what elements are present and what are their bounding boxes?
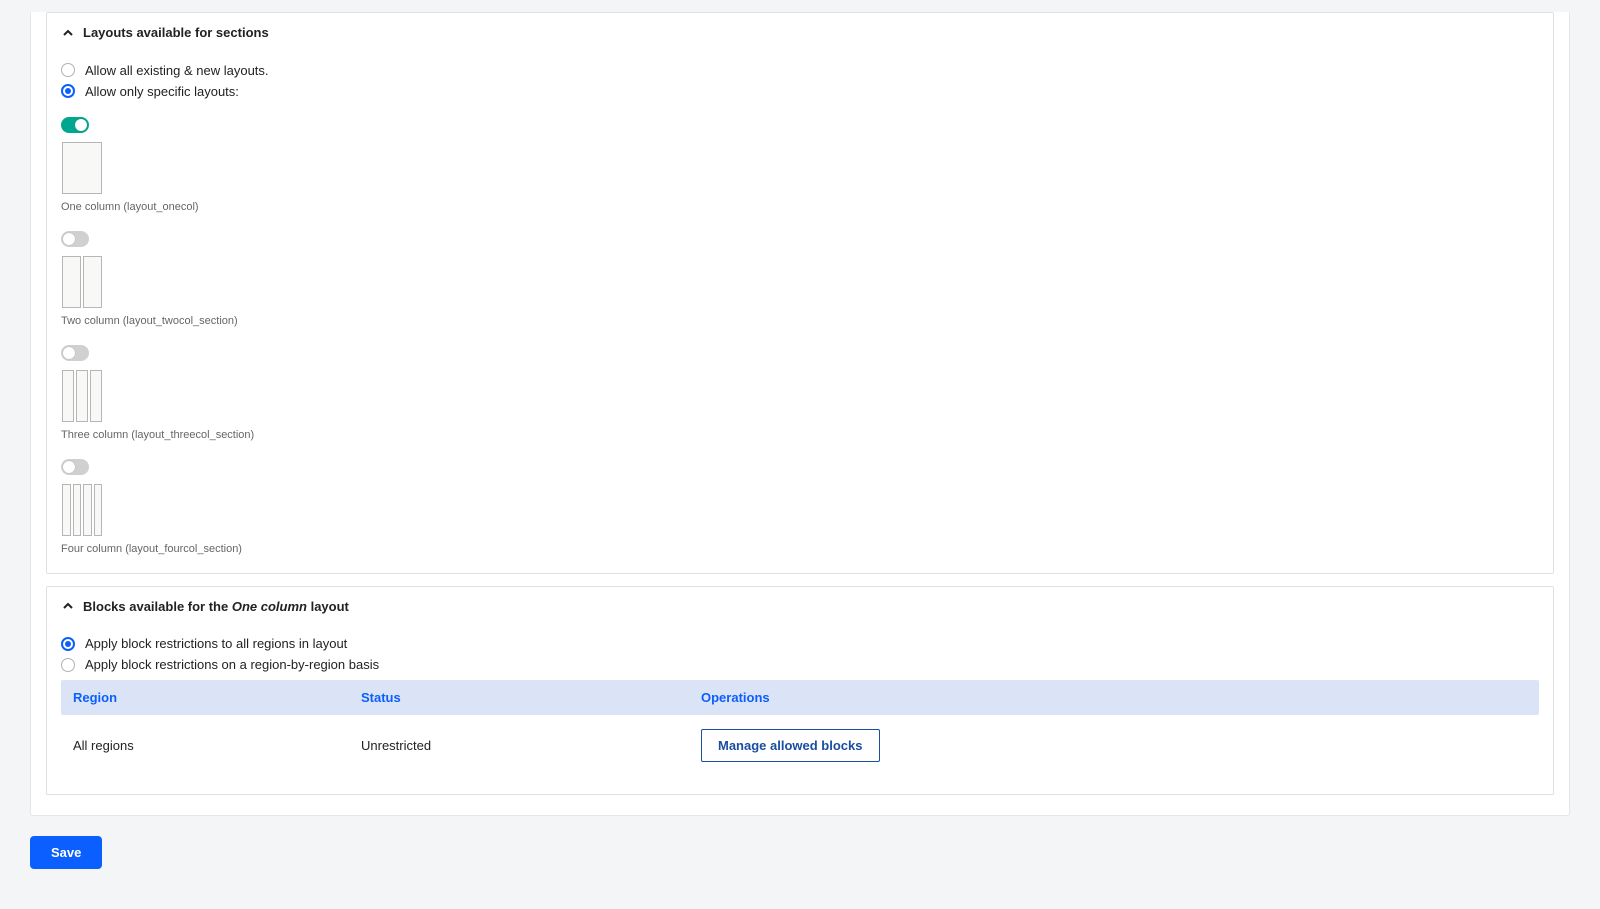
radio-restrict-per-region[interactable]: Apply block restrictions on a region-by-… (61, 657, 1539, 672)
radio-icon (61, 658, 75, 672)
layout-caption: Two column (layout_twocol_section) (61, 315, 1539, 327)
radio-label: Allow all existing & new layouts. (85, 63, 269, 78)
layout-option: Two column (layout_twocol_section) (61, 231, 1539, 327)
header-region: Region (61, 690, 361, 705)
layout-toggle[interactable] (61, 459, 89, 475)
manage-allowed-blocks-button[interactable]: Manage allowed blocks (701, 729, 880, 762)
layout-preview-icon (61, 369, 103, 423)
chevron-up-icon (61, 26, 75, 40)
cell-region: All regions (61, 738, 361, 753)
header-status: Status (361, 690, 701, 705)
radio-icon (61, 637, 75, 651)
layout-preview-icon (61, 255, 103, 309)
layout-caption: Three column (layout_threecol_section) (61, 429, 1539, 441)
layouts-panel-summary[interactable]: Layouts available for sections (61, 25, 1539, 41)
layout-caption: Four column (layout_fourcol_section) (61, 543, 1539, 555)
settings-form: Layouts available for sections Allow all… (30, 12, 1570, 816)
table-row: All regionsUnrestrictedManage allowed bl… (61, 715, 1539, 776)
blocks-panel-summary[interactable]: Blocks available for the One column layo… (61, 599, 1539, 615)
chevron-up-icon (61, 599, 75, 613)
layout-toggle[interactable] (61, 231, 89, 247)
save-button[interactable]: Save (30, 836, 102, 869)
radio-label: Apply block restrictions on a region-by-… (85, 657, 379, 672)
radio-allow-all-layouts[interactable]: Allow all existing & new layouts. (61, 63, 1539, 78)
layouts-panel-title: Layouts available for sections (83, 25, 269, 41)
layout-toggle[interactable] (61, 117, 89, 133)
layout-toggle[interactable] (61, 345, 89, 361)
layout-preview-icon (61, 483, 103, 537)
radio-icon (61, 63, 75, 77)
blocks-panel-title: Blocks available for the One column layo… (83, 599, 349, 615)
layout-option: Three column (layout_threecol_section) (61, 345, 1539, 441)
blocks-panel: Blocks available for the One column layo… (46, 586, 1554, 796)
radio-label: Apply block restrictions to all regions … (85, 636, 347, 651)
radio-label: Allow only specific layouts: (85, 84, 239, 99)
regions-table: Region Status Operations All regionsUnre… (61, 680, 1539, 776)
radio-allow-specific-layouts[interactable]: Allow only specific layouts: (61, 84, 1539, 99)
layout-option: Four column (layout_fourcol_section) (61, 459, 1539, 555)
regions-table-header: Region Status Operations (61, 680, 1539, 715)
cell-operations: Manage allowed blocks (701, 729, 1539, 762)
header-operations: Operations (701, 690, 1539, 705)
radio-restrict-all-regions[interactable]: Apply block restrictions to all regions … (61, 636, 1539, 651)
cell-status: Unrestricted (361, 738, 701, 753)
radio-icon (61, 84, 75, 98)
layout-preview-icon (61, 141, 103, 195)
layout-caption: One column (layout_onecol) (61, 201, 1539, 213)
layout-option: One column (layout_onecol) (61, 117, 1539, 213)
layouts-panel: Layouts available for sections Allow all… (46, 12, 1554, 574)
